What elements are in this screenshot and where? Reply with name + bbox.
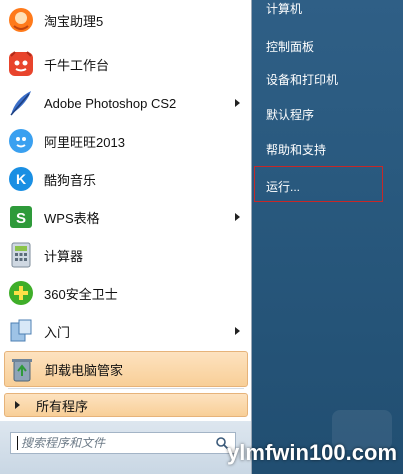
search-area: 搜索程序和文件 xyxy=(0,421,251,474)
watermark-text: ylmfwin100.com xyxy=(227,440,397,465)
aliwangwang-icon xyxy=(6,126,36,156)
submenu-arrow-icon[interactable] xyxy=(235,99,240,107)
separator xyxy=(8,388,244,389)
program-label: 卸载电脑管家 xyxy=(45,362,124,378)
search-placeholder: 搜索程序和文件 xyxy=(21,436,106,450)
program-item-calculator[interactable]: 计算器 xyxy=(4,237,248,273)
place-computer[interactable]: 计算机 xyxy=(266,0,302,17)
program-item-wps-sheet[interactable]: S WPS表格 xyxy=(4,199,248,235)
search-input[interactable]: 搜索程序和文件 xyxy=(10,432,236,454)
getting-started-icon xyxy=(6,316,36,346)
svg-text:K: K xyxy=(16,171,26,187)
program-item-qianniu[interactable]: 千牛工作台 xyxy=(4,46,248,82)
photoshop-feather-icon xyxy=(6,88,36,118)
place-devices-printers[interactable]: 设备和打印机 xyxy=(266,71,338,88)
program-label: WPS表格 xyxy=(44,210,100,226)
360-safe-icon xyxy=(6,278,36,308)
start-menu: 淘宝助理5 千牛工作台 Adobe Photoshop CS2 阿里旺旺2013… xyxy=(0,0,403,474)
program-item-getting-started[interactable]: 入门 xyxy=(4,313,248,349)
program-label: Adobe Photoshop CS2 xyxy=(44,95,177,111)
place-default-programs[interactable]: 默认程序 xyxy=(266,106,314,123)
program-label: 360安全卫士 xyxy=(44,286,118,302)
wps-sheet-icon: S xyxy=(6,202,36,232)
recycle-uninstall-icon xyxy=(7,354,37,384)
svg-text:S: S xyxy=(16,210,26,227)
program-label: 计算器 xyxy=(44,248,84,264)
calculator-icon xyxy=(6,240,36,270)
taobao-assistant-icon xyxy=(6,5,36,35)
expand-arrow-icon xyxy=(15,401,20,409)
program-item-aliwangwang[interactable]: 阿里旺旺2013 xyxy=(4,123,248,159)
program-item-taobao-assistant[interactable]: 淘宝助理5 xyxy=(4,2,248,38)
programs-pane: 淘宝助理5 千牛工作台 Adobe Photoshop CS2 阿里旺旺2013… xyxy=(0,0,252,474)
program-item-uninstall-pc-manager[interactable]: 卸载电脑管家 xyxy=(4,351,248,387)
qianniu-icon xyxy=(6,49,36,79)
submenu-arrow-icon[interactable] xyxy=(235,327,240,335)
submenu-arrow-icon[interactable] xyxy=(235,213,240,221)
all-programs-label: 所有程序 xyxy=(36,398,89,414)
program-label: 淘宝助理5 xyxy=(44,13,104,29)
program-label: 阿里旺旺2013 xyxy=(44,134,125,150)
program-label: 千牛工作台 xyxy=(44,57,110,73)
place-help-support[interactable]: 帮助和支持 xyxy=(266,141,326,158)
kugou-icon: K xyxy=(6,164,36,194)
program-item-photoshop[interactable]: Adobe Photoshop CS2 xyxy=(4,85,248,121)
program-item-360-safe[interactable]: 360安全卫士 xyxy=(4,275,248,311)
program-item-kugou[interactable]: K 酷狗音乐 xyxy=(4,161,248,197)
text-cursor xyxy=(17,436,18,450)
all-programs-button[interactable]: 所有程序 xyxy=(4,393,248,417)
place-run[interactable]: 运行... xyxy=(266,178,300,195)
program-label: 酷狗音乐 xyxy=(44,172,97,188)
places-pane: 计算机 控制面板 设备和打印机 默认程序 帮助和支持 运行... xyxy=(252,0,403,474)
program-label: 入门 xyxy=(44,324,71,340)
place-control-panel[interactable]: 控制面板 xyxy=(266,38,314,55)
